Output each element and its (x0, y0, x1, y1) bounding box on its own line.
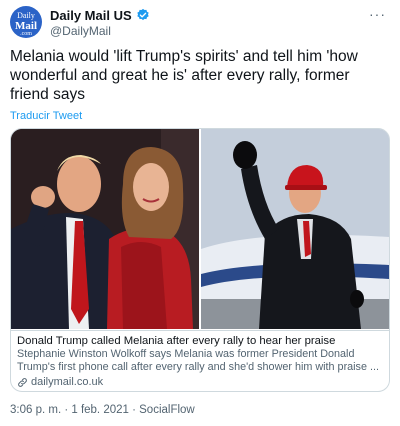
avatar-line-2: Mail (15, 20, 37, 32)
card-text[interactable]: Donald Trump called Melania after every … (11, 330, 389, 390)
card-title[interactable]: Donald Trump called Melania after every … (17, 335, 383, 348)
photo-trump-melania-art (11, 129, 199, 329)
card-domain-text[interactable]: dailymail.co.uk (31, 375, 103, 390)
tweet-text: Melania would 'lift Trump's spirits' and… (10, 48, 358, 103)
card-domain[interactable]: dailymail.co.uk (17, 375, 383, 390)
verified-badge-icon (136, 8, 149, 21)
card-image[interactable] (11, 129, 389, 329)
photo-trump-melania (11, 129, 199, 329)
user-handle[interactable]: @DailyMail (50, 24, 111, 38)
avatar[interactable]: Daily Mail .com (10, 6, 42, 38)
more-horizontal-icon[interactable]: ··· (369, 6, 386, 22)
card-description: Stephanie Winston Wolkoff says Melania w… (17, 348, 379, 373)
tweet-timestamp[interactable]: 3:06 p. m. · 1 feb. 2021 · SocialFlow (10, 404, 195, 416)
display-name[interactable]: Daily Mail US (50, 8, 132, 23)
photo-trump-waving (201, 129, 389, 329)
translate-tweet-link[interactable]: Traducir Tweet (10, 110, 82, 122)
name-row: Daily Mail US (50, 7, 150, 23)
link-card[interactable]: Donald Trump called Melania after every … (10, 128, 390, 392)
photo-trump-waving-art (201, 129, 389, 329)
avatar-logo: Daily Mail .com (10, 11, 42, 38)
link-icon (18, 378, 27, 387)
tweet-header: Daily Mail .com Daily Mail US @DailyMail… (10, 6, 390, 40)
avatar-line-3: .com (20, 31, 32, 37)
